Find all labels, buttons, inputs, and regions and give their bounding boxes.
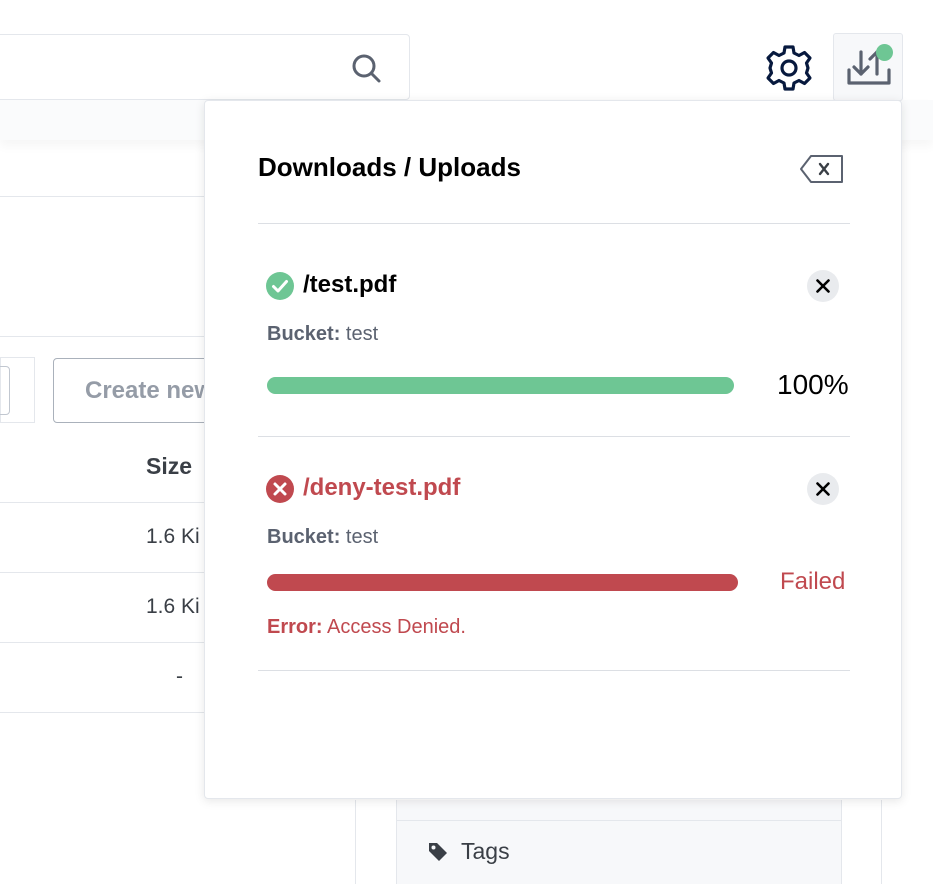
transfers-button[interactable] <box>833 33 903 101</box>
progress-fill <box>267 574 738 591</box>
bucket-label: Bucket: <box>267 323 341 345</box>
status-text: Failed <box>780 568 846 595</box>
gear-icon[interactable] <box>764 43 814 93</box>
divider <box>0 502 210 503</box>
progress-percent: 100% <box>777 369 849 400</box>
panel-border <box>881 800 882 884</box>
bucket-line: Bucket: test <box>267 526 378 549</box>
backspace-icon[interactable] <box>799 154 845 184</box>
search-icon[interactable] <box>350 52 382 84</box>
tags-label: Tags <box>461 838 510 864</box>
divider <box>258 223 850 224</box>
close-icon <box>816 482 830 496</box>
bucket-value: test <box>345 323 379 345</box>
divider <box>0 572 210 573</box>
divider <box>0 642 210 643</box>
error-message: Access Denied. <box>327 616 466 638</box>
divider <box>0 196 210 197</box>
search-input[interactable] <box>0 34 410 100</box>
error-label: Error: <box>267 616 323 638</box>
divider <box>0 712 210 713</box>
divider <box>258 436 850 437</box>
tags-section[interactable]: Tags <box>396 820 842 884</box>
panel-border <box>355 800 356 884</box>
bucket-value: test <box>345 526 379 548</box>
close-button[interactable] <box>807 473 839 505</box>
table-cell-size: 1.6 Ki <box>146 595 200 618</box>
close-icon <box>816 279 830 293</box>
transfer-file-name: /deny-test.pdf <box>303 474 461 501</box>
x-circle-icon <box>266 475 294 503</box>
progress-bar <box>267 574 738 591</box>
check-circle-icon <box>266 272 294 300</box>
bucket-label: Bucket: <box>267 526 341 548</box>
divider <box>0 336 210 337</box>
size-column-header[interactable]: Size <box>146 453 192 480</box>
progress-fill <box>267 377 734 394</box>
transfer-file-name: /test.pdf <box>303 271 397 298</box>
tag-icon <box>429 843 447 861</box>
bucket-line: Bucket: test <box>267 323 378 346</box>
table-cell-size: 1.6 Ki <box>146 525 200 548</box>
error-line: Error: Access Denied. <box>267 616 466 639</box>
transfers-popover: Downloads / Uploads /test.pdf Bucket: te… <box>204 100 902 799</box>
progress-bar <box>267 377 734 394</box>
toolbar-button[interactable] <box>0 366 10 415</box>
notification-dot <box>876 44 893 61</box>
popover-title: Downloads / Uploads <box>258 152 521 182</box>
close-button[interactable] <box>807 270 839 302</box>
side-panel <box>396 800 842 820</box>
table-cell-size: - <box>176 665 183 688</box>
divider <box>258 670 850 671</box>
